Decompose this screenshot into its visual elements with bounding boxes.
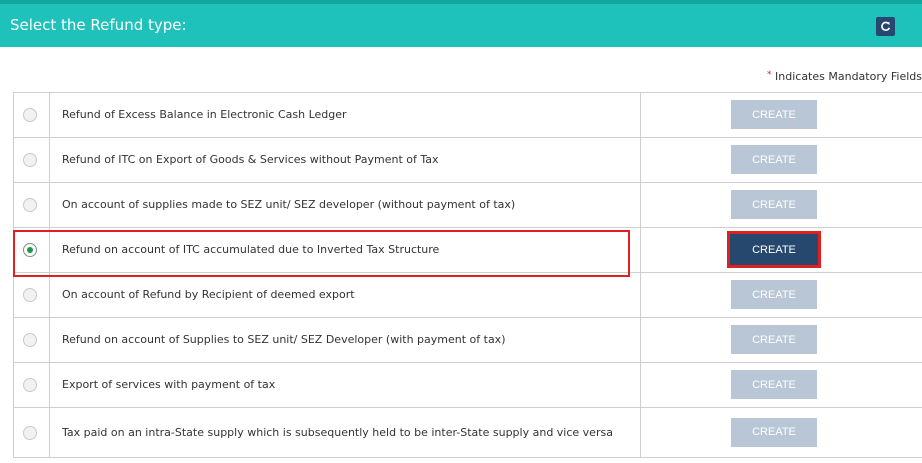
- refund-type-row: Export of services with payment of tax C…: [13, 363, 922, 408]
- refresh-button[interactable]: [876, 17, 895, 36]
- action-cell: CREATE: [641, 273, 922, 317]
- radio-cell: [13, 273, 50, 317]
- action-cell: CREATE: [641, 183, 922, 227]
- mandatory-fields-note: * Indicates Mandatory Fields: [767, 70, 922, 83]
- create-button[interactable]: CREATE: [731, 417, 817, 447]
- action-cell: CREATE: [641, 228, 922, 272]
- radio-cell: [13, 93, 50, 137]
- mandatory-note-text: Indicates Mandatory Fields: [775, 70, 922, 83]
- create-button[interactable]: CREATE: [731, 190, 817, 219]
- action-cell: CREATE: [641, 93, 922, 137]
- refresh-icon: [881, 21, 891, 31]
- refund-type-radio[interactable]: [23, 198, 37, 212]
- refund-type-label: Refund of ITC on Export of Goods & Servi…: [50, 138, 641, 182]
- refund-type-radio[interactable]: [23, 108, 37, 122]
- refund-type-row: On account of supplies made to SEZ unit/…: [13, 183, 922, 228]
- radio-cell: [13, 408, 50, 457]
- create-button[interactable]: CREATE: [731, 370, 817, 399]
- refund-type-label: On account of Refund by Recipient of dee…: [50, 273, 641, 317]
- refund-type-label: Refund on account of ITC accumulated due…: [50, 228, 641, 272]
- create-button[interactable]: CREATE: [731, 325, 817, 354]
- refund-type-radio[interactable]: [23, 288, 37, 302]
- refund-type-label: Refund on account of Supplies to SEZ uni…: [50, 318, 641, 362]
- radio-cell: [13, 138, 50, 182]
- refund-type-radio[interactable]: [23, 333, 37, 347]
- refund-type-label: Export of services with payment of tax: [50, 363, 641, 407]
- action-cell: CREATE: [641, 318, 922, 362]
- refund-type-label: Refund of Excess Balance in Electronic C…: [50, 93, 641, 137]
- create-button[interactable]: CREATE: [731, 280, 817, 309]
- required-asterisk: *: [767, 70, 772, 80]
- action-cell: CREATE: [641, 363, 922, 407]
- refund-type-header: Select the Refund type:: [0, 0, 922, 47]
- create-button[interactable]: CREATE: [731, 145, 817, 174]
- refund-type-row: Tax paid on an intra-State supply which …: [13, 408, 922, 458]
- action-cell: CREATE: [641, 138, 922, 182]
- refund-type-table: Refund of Excess Balance in Electronic C…: [13, 92, 922, 458]
- refund-type-label: Tax paid on an intra-State supply which …: [50, 408, 641, 457]
- refund-type-row: On account of Refund by Recipient of dee…: [13, 273, 922, 318]
- page-title: Select the Refund type:: [10, 16, 187, 34]
- create-button-active[interactable]: CREATE: [727, 231, 821, 268]
- radio-cell: [13, 363, 50, 407]
- refund-type-row: Refund on account of Supplies to SEZ uni…: [13, 318, 922, 363]
- action-cell: CREATE: [641, 408, 922, 457]
- create-button[interactable]: CREATE: [731, 100, 817, 129]
- refund-type-radio[interactable]: [23, 425, 37, 440]
- refund-type-row-selected: Refund on account of ITC accumulated due…: [13, 228, 922, 273]
- radio-cell: [13, 228, 50, 272]
- refund-type-radio[interactable]: [23, 153, 37, 167]
- refund-type-radio-selected[interactable]: [23, 243, 37, 257]
- radio-cell: [13, 183, 50, 227]
- refund-type-radio[interactable]: [23, 378, 37, 392]
- refund-type-row: Refund of Excess Balance in Electronic C…: [13, 93, 922, 138]
- refund-type-label: On account of supplies made to SEZ unit/…: [50, 183, 641, 227]
- refund-type-row: Refund of ITC on Export of Goods & Servi…: [13, 138, 922, 183]
- radio-cell: [13, 318, 50, 362]
